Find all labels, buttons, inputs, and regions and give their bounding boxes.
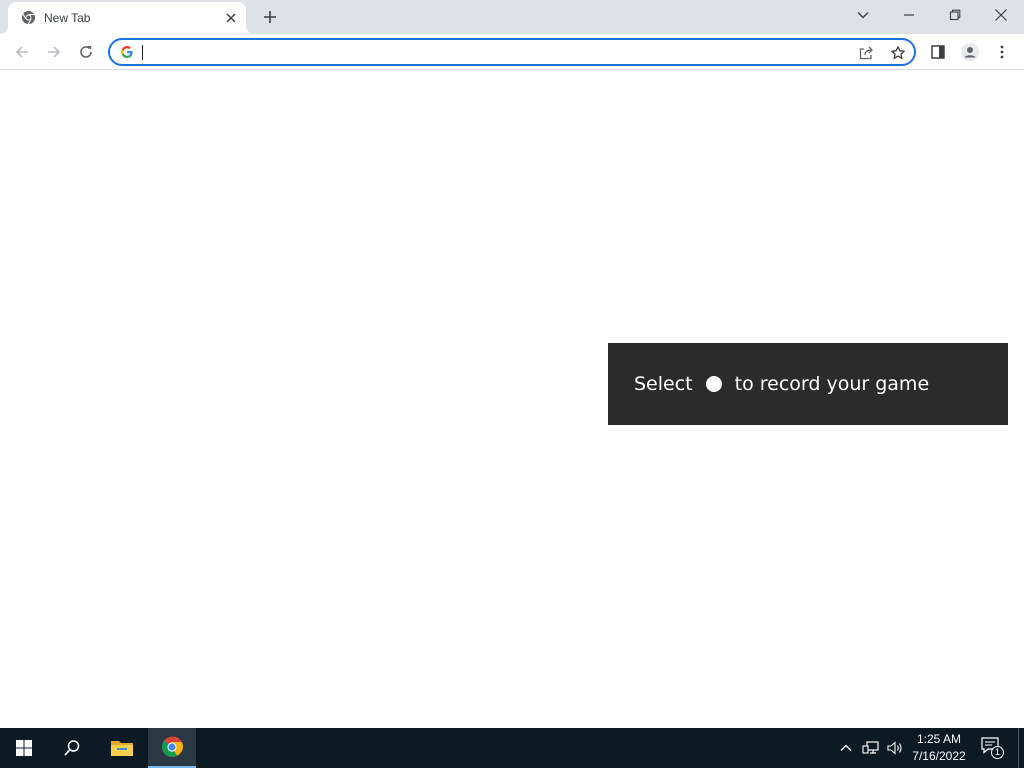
- more-vert-icon: [1000, 45, 1004, 59]
- tab-title: New Tab: [44, 11, 91, 25]
- profile-button[interactable]: [957, 39, 983, 65]
- tab-close-icon[interactable]: [223, 10, 239, 26]
- star-icon: [891, 46, 905, 60]
- chevron-up-icon: [840, 744, 852, 751]
- taskbar-clock[interactable]: 1:25 AM 7/16/2022: [904, 731, 974, 765]
- search-icon: [64, 740, 80, 756]
- profile-icon: [961, 43, 979, 61]
- volume-icon: [887, 741, 902, 755]
- toast-text-after: to record your game: [734, 373, 930, 395]
- side-panel-icon: [931, 45, 945, 59]
- taskbar: 1:25 AM 7/16/2022 1: [0, 728, 1024, 768]
- chrome-icon: [21, 10, 36, 25]
- share-button[interactable]: [857, 44, 875, 62]
- windows-start-icon: [16, 740, 32, 756]
- clock-time: 1:25 AM: [916, 732, 962, 746]
- restore-icon: [949, 9, 961, 21]
- browser-toolbar: [0, 34, 1024, 70]
- back-button[interactable]: [9, 39, 35, 65]
- minimize-icon: [904, 14, 914, 16]
- taskbar-chrome[interactable]: [148, 728, 196, 768]
- text-caret: [142, 45, 143, 60]
- new-tab-button[interactable]: [257, 5, 283, 29]
- share-icon: [859, 46, 873, 60]
- record-dot-icon: [705, 376, 722, 392]
- action-center-button[interactable]: 1: [980, 736, 1006, 760]
- address-input[interactable]: [142, 42, 842, 62]
- minimize-button[interactable]: [886, 0, 932, 30]
- arrow-left-icon: [15, 46, 28, 58]
- restore-button[interactable]: [932, 0, 978, 30]
- side-panel-button[interactable]: [925, 39, 951, 65]
- file-explorer-icon: [111, 741, 133, 756]
- tray-overflow-button[interactable]: [836, 738, 856, 758]
- forward-button[interactable]: [41, 39, 67, 65]
- arrow-right-icon: [48, 46, 61, 58]
- start-button[interactable]: [0, 728, 48, 768]
- reload-icon: [80, 46, 92, 58]
- bookmark-button[interactable]: [889, 44, 907, 62]
- more-menu-button[interactable]: [989, 39, 1015, 65]
- tab-search-button[interactable]: [840, 0, 886, 30]
- network-icon: [862, 741, 879, 754]
- chrome-icon: [161, 736, 183, 758]
- google-g-icon: [121, 46, 133, 58]
- clock-date: 7/16/2022: [912, 749, 966, 763]
- notification-count-badge: 1: [991, 746, 1004, 759]
- omnibox[interactable]: [108, 38, 916, 66]
- game-bar-toast: Select to record your game: [608, 343, 1008, 425]
- tab-search-icon: [857, 12, 869, 19]
- network-button[interactable]: [861, 738, 881, 758]
- tab-new-tab[interactable]: New Tab: [8, 2, 246, 34]
- volume-button[interactable]: [885, 738, 905, 758]
- reload-button[interactable]: [73, 39, 99, 65]
- show-desktop-button[interactable]: [1018, 728, 1019, 768]
- tab-strip: New Tab: [0, 0, 1024, 34]
- taskbar-search-button[interactable]: [48, 728, 96, 768]
- close-window-button[interactable]: [978, 0, 1024, 30]
- close-icon: [995, 9, 1007, 21]
- toast-text-before: Select: [634, 373, 693, 395]
- taskbar-file-explorer[interactable]: [98, 728, 146, 768]
